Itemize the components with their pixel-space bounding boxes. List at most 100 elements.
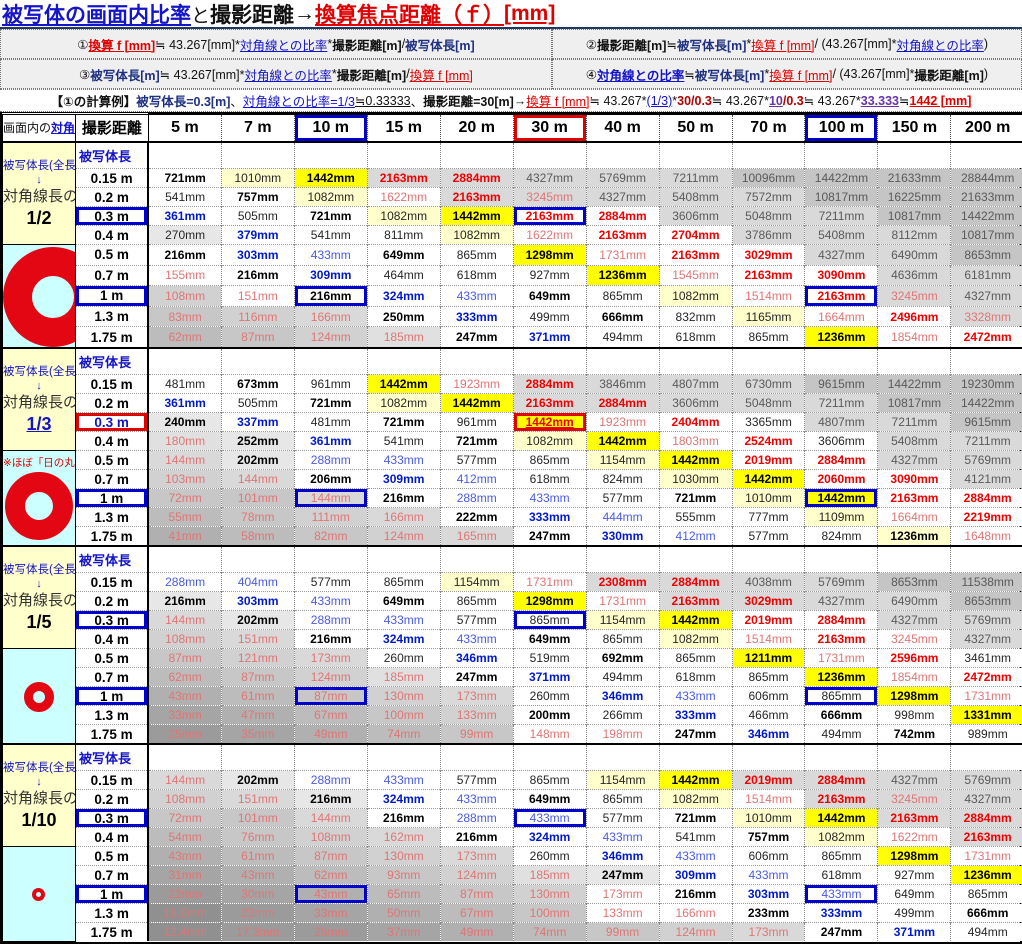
focal-cell: 144mm (147, 610, 222, 630)
focal-cell: 433mm (439, 789, 514, 809)
focal-cell: 742mm (877, 724, 951, 744)
focal-cell: 303mm (220, 244, 295, 266)
formula-segment: ≒ 43.267[mm]* (155, 37, 240, 52)
focal-cell: 865mm (585, 789, 660, 809)
focal-cell: 2884mm (585, 393, 660, 413)
focal-cell: 202mm (220, 770, 295, 790)
focal-cell: 72mm (147, 488, 222, 508)
focal-cell: 865mm (731, 326, 805, 348)
focal-cell: 101mm (220, 808, 295, 828)
focal-cell: 144mm (293, 488, 368, 508)
focal-cell: 1622mm (512, 225, 587, 245)
subject-length-0.7m: 0.7 m (74, 264, 150, 286)
focal-cell: 5408mm (658, 187, 733, 207)
focal-cell: 4327mm (877, 450, 951, 470)
focal-cell: 14422mm (804, 168, 878, 188)
formula-segment: ≒ (684, 67, 695, 82)
focal-cell: 216mm (147, 591, 222, 611)
focal-cell: 618mm (512, 469, 587, 489)
empty-cell (366, 545, 441, 573)
focal-cell: 1442mm (731, 469, 805, 489)
focal-cell: 309mm (366, 469, 441, 489)
formula-grid: ① 換算 f [mm] ≒ 43.267[mm]* 対角線との比率 * 撮影距離[m] … (0, 29, 1022, 90)
hinomaru-ratio-figure (2, 648, 76, 745)
focal-cell: 87mm (293, 846, 368, 866)
focal-cell: 499mm (877, 903, 951, 923)
empty-cell (585, 347, 660, 375)
focal-cell: 21633mm (877, 168, 951, 188)
focal-cell: 12.4mm (147, 922, 222, 941)
focal-cell: 4327mm (950, 789, 1022, 809)
focal-cell: 151mm (220, 629, 295, 649)
focal-cell: 247mm (439, 326, 514, 348)
focal-cell: 288mm (293, 770, 368, 790)
subject-length-header: 被写体長 (74, 743, 150, 771)
conversion-table: 画面内の対角線との比率撮影距離5 m7 m10 m15 m20 m30 m40 … (2, 113, 1022, 942)
formula-segment: 撮影距離[m] (332, 38, 402, 53)
ratio-line: ↓ (36, 577, 42, 590)
focal-cell: 144mm (147, 770, 222, 790)
red-circle-icon (4, 472, 73, 540)
subject-length-1m: 1 m (74, 285, 150, 307)
focal-cell: 433mm (585, 827, 660, 847)
example-segment: 30/0.3 (677, 93, 712, 108)
focal-cell: 2163mm (804, 789, 878, 809)
focal-cell: 162mm (366, 827, 441, 847)
empty-cell (731, 141, 805, 169)
focal-cell: 216mm (220, 264, 295, 286)
focal-cell: 5048mm (731, 393, 805, 413)
focal-cell: 404mm (220, 572, 295, 592)
empty-cell (293, 545, 368, 573)
focal-cell: 3245mm (877, 285, 951, 307)
focal-cell: 3245mm (877, 789, 951, 809)
focal-cell: 2019mm (731, 770, 805, 790)
focal-cell: 87mm (220, 326, 295, 348)
focal-cell: 7211mm (658, 168, 733, 188)
focal-cell: 577mm (731, 526, 805, 546)
focal-cell: 433mm (658, 846, 733, 866)
focal-cell: 108mm (147, 629, 222, 649)
example-segment: ≒ 43.267* (589, 94, 647, 108)
focal-cell: 577mm (585, 808, 660, 828)
focal-cell: 148mm (512, 724, 587, 744)
focal-cell: 37mm (366, 922, 441, 941)
focal-cell: 494mm (804, 724, 878, 744)
focal-cell: 464mm (366, 264, 441, 286)
formula-segment: 被写体長[m] (694, 68, 765, 83)
subject-length-0.5m: 0.5 m (74, 244, 150, 266)
focal-cell: 692mm (585, 648, 660, 668)
subject-length-1.75m: 1.75 m (74, 724, 150, 744)
focal-cell: 6490mm (877, 244, 951, 266)
focal-cell: 481mm (147, 374, 222, 394)
focal-cell: 577mm (293, 572, 368, 592)
focal-cell: 2163mm (877, 488, 951, 508)
focal-cell: 166mm (293, 305, 368, 327)
focal-cell: 2884mm (804, 770, 878, 790)
focal-cell: 10817mm (877, 206, 951, 226)
focal-cell: 198mm (585, 724, 660, 744)
formula-segment: ) (983, 37, 989, 51)
focal-cell: 8112mm (877, 225, 951, 245)
empty-cell (950, 347, 1022, 375)
distance-col-200m: 200 m (950, 113, 1022, 143)
ratio-column-header: 画面内の対角線との比率 (2, 113, 76, 143)
subject-length-0.4m: 0.4 m (74, 827, 150, 847)
focal-cell: 577mm (439, 610, 514, 630)
focal-cell: 2163mm (804, 629, 878, 649)
empty-cell (366, 347, 441, 375)
focal-cell: 185mm (366, 667, 441, 687)
ratio-line: ↓ (36, 379, 42, 392)
focal-cell: 433mm (366, 610, 441, 630)
focal-cell: 494mm (950, 922, 1022, 941)
focal-cell: 25mm (147, 724, 222, 744)
focal-cell: 1010mm (731, 488, 805, 508)
focal-cell: 222mm (439, 507, 514, 527)
focal-cell: 824mm (585, 469, 660, 489)
focal-cell: 54mm (147, 827, 222, 847)
focal-cell: 173mm (439, 846, 514, 866)
focal-cell: 5408mm (804, 225, 878, 245)
focal-cell: 78mm (220, 507, 295, 527)
focal-cell: 216mm (293, 789, 368, 809)
focal-cell: 618mm (439, 264, 514, 286)
focal-cell: 361mm (147, 393, 222, 413)
